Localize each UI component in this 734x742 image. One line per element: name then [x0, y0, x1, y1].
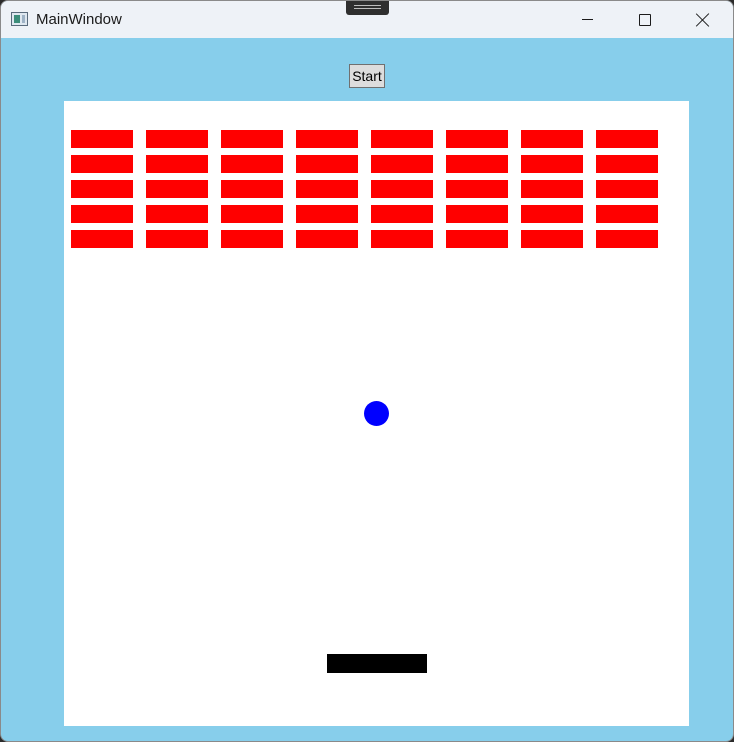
maximize-icon [639, 13, 651, 26]
brick [521, 155, 583, 173]
brick [221, 155, 283, 173]
brick [596, 230, 658, 248]
app-window-icon [11, 12, 28, 26]
brick [371, 130, 433, 148]
brick [221, 180, 283, 198]
brick [296, 180, 358, 198]
brick [521, 230, 583, 248]
brick [71, 180, 133, 198]
brick [296, 230, 358, 248]
brick [596, 205, 658, 223]
snap-handle[interactable] [346, 1, 389, 15]
brick [146, 205, 208, 223]
brick [221, 230, 283, 248]
brick [221, 205, 283, 223]
brick [596, 155, 658, 173]
brick [146, 230, 208, 248]
minimize-button[interactable] [558, 1, 616, 38]
brick [371, 205, 433, 223]
brick [71, 155, 133, 173]
title-bar[interactable]: MainWindow [1, 1, 733, 38]
window-title: MainWindow [36, 11, 122, 28]
brick [521, 130, 583, 148]
brick [71, 130, 133, 148]
brick [296, 130, 358, 148]
brick [446, 205, 508, 223]
brick [71, 205, 133, 223]
brick [446, 130, 508, 148]
game-canvas[interactable] [64, 101, 689, 726]
paddle[interactable] [327, 654, 427, 673]
brick [371, 180, 433, 198]
brick [221, 130, 283, 148]
brick [296, 155, 358, 173]
maximize-button[interactable] [616, 1, 674, 38]
brick [446, 180, 508, 198]
brick [71, 230, 133, 248]
main-window: MainWindow Start [0, 0, 734, 742]
minimize-icon [581, 19, 593, 20]
ball [364, 401, 389, 426]
brick [146, 130, 208, 148]
brick [446, 155, 508, 173]
brick [146, 180, 208, 198]
close-button[interactable] [674, 1, 732, 38]
brick [596, 130, 658, 148]
start-button[interactable]: Start [349, 64, 385, 88]
brick [371, 230, 433, 248]
brick [521, 180, 583, 198]
brick [596, 180, 658, 198]
close-icon [696, 13, 710, 27]
brick [446, 230, 508, 248]
brick [146, 155, 208, 173]
brick [371, 155, 433, 173]
brick [521, 205, 583, 223]
brick [296, 205, 358, 223]
